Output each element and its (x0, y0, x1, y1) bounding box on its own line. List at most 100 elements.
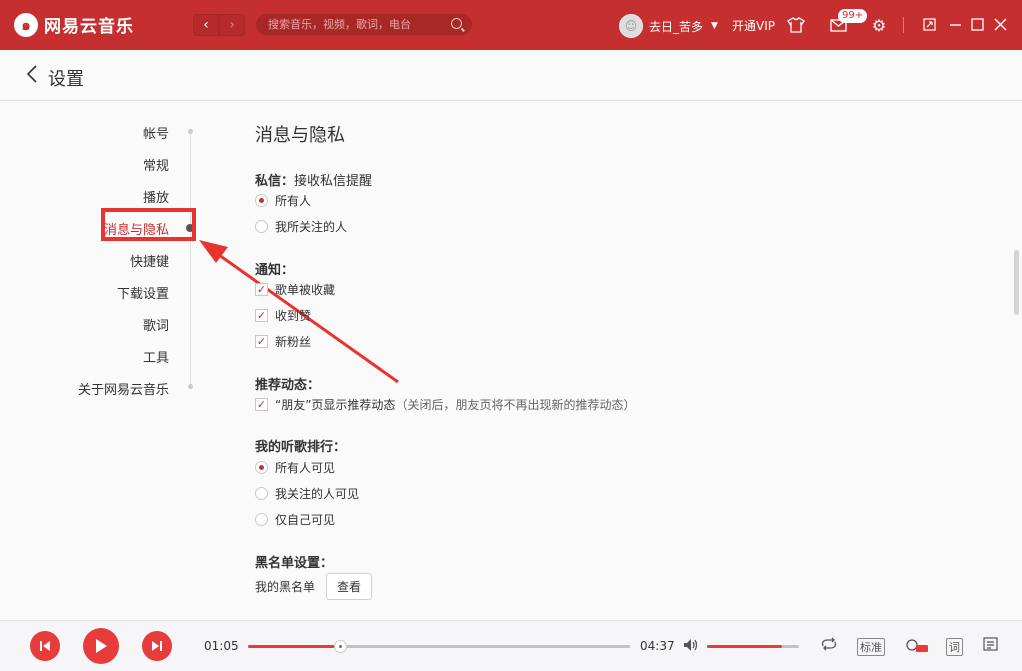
sidebar-item-download[interactable]: 下载设置 (117, 283, 169, 302)
section-title: 消息与隐私 (255, 125, 345, 146)
timeline-dot (188, 384, 193, 389)
playlist-icon[interactable] (983, 637, 1001, 656)
notify-title: 通知： (255, 263, 295, 278)
ranking-title: 我的听歌排行： (255, 440, 347, 455)
checkmark-icon[interactable]: ✓ (255, 398, 268, 411)
private-message-label: 私信： (255, 174, 295, 189)
radio-ranking-following[interactable]: 我关注的人可见 (255, 485, 359, 502)
settings-header: 设置 (0, 50, 1022, 101)
volume-slider[interactable] (707, 645, 799, 648)
user-menu[interactable]: ☺ 去日_苦多 ▼ (619, 14, 718, 38)
caret-down-icon[interactable]: ▼ (711, 21, 718, 31)
total-time: 04:37 (640, 639, 675, 653)
forward-button[interactable]: › (219, 14, 245, 36)
progress-slider[interactable] (248, 640, 630, 653)
radio-private-all[interactable]: 所有人 (255, 192, 311, 209)
chevron-right-icon: › (229, 17, 235, 33)
chevron-left-icon[interactable] (26, 64, 38, 87)
sidebar-item-about[interactable]: 关于网易云音乐 (78, 379, 169, 398)
username[interactable]: 去日_苦多 (649, 18, 703, 35)
search-icon[interactable] (451, 18, 462, 29)
blacklist-title: 黑名单设置： (255, 556, 334, 571)
sidebar-item-lyrics[interactable]: 歌词 (143, 315, 169, 334)
nav-timeline (190, 130, 191, 389)
search-box (256, 14, 472, 35)
minimize-icon[interactable] (946, 15, 964, 33)
progress-fill (248, 645, 340, 648)
option-label: 我所关注的人 (275, 220, 348, 234)
checkmark-icon[interactable]: ✓ (255, 283, 268, 296)
player-bar: 01:05 04:37 标准 词 (0, 620, 1022, 671)
private-message-subtitle: 接收私信提醒 (294, 174, 373, 189)
previous-icon (40, 641, 50, 651)
radio-private-following[interactable]: 我所关注的人 (255, 218, 347, 235)
checkmark-icon[interactable]: ✓ (255, 309, 268, 322)
radio-unselected[interactable] (255, 487, 268, 500)
settings-content: 消息与隐私 私信：接收私信提醒 所有人 我所关注的人 通知： ✓ 歌单被收藏 ✓… (255, 101, 995, 619)
lyric-button[interactable]: 词 (946, 638, 963, 656)
previous-button[interactable] (30, 631, 60, 661)
checkbox-playlist-collected[interactable]: ✓ 歌单被收藏 (255, 281, 335, 298)
app-logo[interactable]: ๑ 网易云音乐 (14, 12, 134, 37)
option-label: 仅自己可见 (275, 513, 336, 527)
vip-link[interactable]: 开通VIP (732, 17, 775, 34)
option-hint: （关闭后，朋友页将不再出现新的推荐动态） (395, 398, 636, 412)
netease-music-logo-icon: ๑ (14, 12, 38, 37)
blacklist-label: 我的黑名单 (255, 580, 316, 594)
sidebar-item-account[interactable]: 帐号 (143, 123, 169, 142)
option-label: “朋友”页显示推荐动态 (275, 398, 396, 412)
history-nav: ‹ › (193, 14, 245, 36)
radio-selected[interactable] (255, 194, 268, 207)
radio-selected[interactable] (255, 461, 268, 474)
option-label: 歌单被收藏 (275, 283, 336, 297)
scrollbar-thumb[interactable] (1014, 250, 1019, 315)
sound-quality-button[interactable]: 标准 (857, 638, 885, 656)
sound-effect-icon[interactable] (905, 637, 929, 657)
next-icon (152, 641, 162, 651)
play-icon (96, 639, 107, 653)
page-title: 设置 (48, 69, 84, 90)
message-count-badge: 99+ (838, 9, 868, 23)
mini-mode-icon[interactable] (920, 15, 938, 33)
loop-icon[interactable] (820, 637, 838, 655)
radio-ranking-self[interactable]: 仅自己可见 (255, 511, 335, 528)
option-label: 我关注的人可见 (275, 487, 360, 501)
blacklist-row: 我的黑名单 查看 (255, 573, 373, 600)
maximize-icon[interactable] (968, 15, 986, 33)
volume-icon[interactable] (683, 638, 699, 656)
view-blacklist-button[interactable]: 查看 (326, 573, 373, 600)
sidebar-item-shortcuts[interactable]: 快捷键 (130, 251, 169, 270)
progress-handle[interactable] (333, 640, 347, 653)
checkbox-recommend-feed[interactable]: ✓ “朋友”页显示推荐动态（关闭后，朋友页将不再出现新的推荐动态） (255, 396, 635, 413)
gear-icon[interactable]: ⚙ (869, 15, 889, 35)
option-label: 新粉丝 (275, 335, 312, 349)
back-button[interactable]: ‹ (193, 14, 219, 36)
app-name: 网易云音乐 (44, 17, 134, 37)
radio-unselected[interactable] (255, 513, 268, 526)
volume-fill (707, 645, 783, 648)
avatar[interactable]: ☺ (619, 14, 643, 38)
radio-unselected[interactable] (255, 220, 268, 233)
checkbox-received-like[interactable]: ✓ 收到赞 (255, 307, 311, 324)
next-button[interactable] (142, 631, 172, 661)
skin-icon[interactable] (786, 15, 806, 35)
close-icon[interactable] (991, 15, 1009, 33)
option-label: 所有人 (275, 194, 312, 208)
recommend-title: 推荐动态： (255, 378, 321, 393)
private-message-title: 私信：接收私信提醒 (255, 170, 372, 189)
settings-nav: 帐号 常规 播放 消息与隐私 快捷键 下载设置 歌词 工具 关于网易云音乐 (0, 101, 200, 619)
sidebar-item-playback[interactable]: 播放 (143, 187, 169, 206)
radio-ranking-all[interactable]: 所有人可见 (255, 459, 335, 476)
sidebar-item-tools[interactable]: 工具 (143, 347, 169, 366)
divider (903, 17, 904, 33)
checkmark-icon[interactable]: ✓ (255, 335, 268, 348)
sidebar-item-general[interactable]: 常规 (143, 155, 169, 174)
highlight-box-annotation (101, 208, 196, 241)
option-label: 收到赞 (275, 309, 312, 323)
search-input[interactable] (266, 17, 450, 32)
chevron-left-icon: ‹ (203, 17, 209, 33)
timeline-dot (188, 129, 193, 134)
checkbox-new-follower[interactable]: ✓ 新粉丝 (255, 333, 311, 350)
play-button[interactable] (83, 628, 119, 664)
title-bar: ๑ 网易云音乐 ‹ › ☺ 去日_苦多 ▼ 开通VIP 99+ ⚙ (0, 0, 1022, 50)
